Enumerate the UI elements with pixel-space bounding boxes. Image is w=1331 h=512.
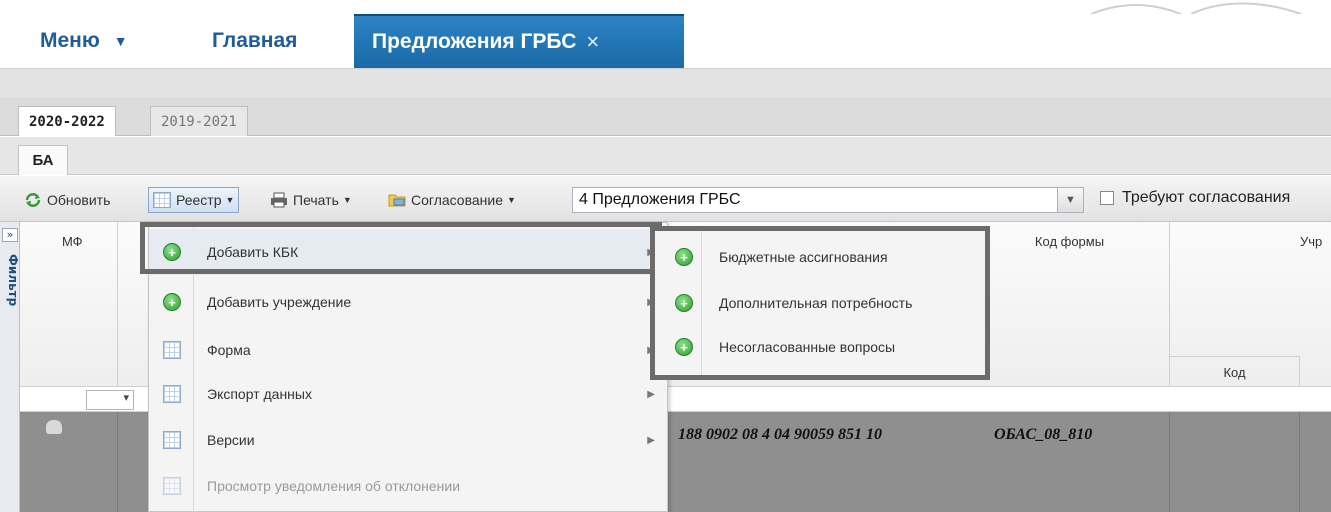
column-header-mf-label: МФ [62,234,83,249]
lock-icon [46,420,62,434]
top-navigation: Меню ▼ Главная Предложения ГРБС × [0,0,1331,68]
agreement-label: Согласование [411,192,503,208]
menu-item-versions[interactable]: Версии ▶ [149,417,667,463]
submenu-arrow-icon: ▶ [647,388,655,400]
submenu-item-label: Дополнительная потребность [719,295,913,311]
proposal-select[interactable]: 4 Предложения ГРБС ▼ [572,187,1084,213]
submenu-item-additional-need[interactable]: + Дополнительная потребность [655,281,985,325]
add-kbk-submenu: + Бюджетные ассигнования + Дополнительна… [650,226,990,380]
chevron-down-icon: ▼ [113,33,128,49]
expand-icon[interactable]: » [2,228,18,242]
requires-agreement-checkbox[interactable]: Требуют согласования [1100,189,1290,207]
menu-item-label: Добавить учреждение [207,294,352,310]
cell-form-code: ОБАС_08_810 [994,426,1093,443]
dropdown-arrow-icon: ▼ [342,195,352,205]
agreement-menu-button[interactable]: Согласование ▼ [388,187,516,213]
folder-icon [388,194,406,207]
add-green-icon: + [163,293,181,311]
dropdown-arrow-icon: ▼ [225,195,235,205]
submenu-item-unresolved-issues[interactable]: + Несогласованные вопросы [655,325,985,369]
header-band [0,68,1331,98]
add-green-icon: + [675,338,693,356]
highlight-frame-add-kbk [140,222,662,274]
column-header-mf[interactable]: МФ [20,222,118,386]
column-header-code[interactable]: Код [1170,356,1300,386]
menu-item-export-data[interactable]: Экспорт данных ▶ [149,371,667,417]
tab-ba[interactable]: БА [18,145,68,175]
filter-panel-collapsed[interactable]: » Фильтр [0,222,20,512]
refresh-icon [25,193,41,207]
registry-label: Реестр [176,192,222,208]
cell-code [1170,412,1300,512]
cell-mf [20,412,118,512]
menu-item-label: Просмотр уведомления об отклонении [207,478,461,494]
menu-item-label: Экспорт данных [207,386,312,402]
checkbox-label: Требуют согласования [1122,189,1291,206]
menu-item-label: Форма [207,342,251,358]
tab-home[interactable]: Главная [212,14,297,68]
proposal-select-value: 4 Предложения ГРБС [579,191,741,208]
tab-year-2019-2021[interactable]: 2019-2021 [150,106,248,136]
add-green-icon: + [675,248,693,266]
filter-label: Фильтр [6,254,20,307]
menu-item-form[interactable]: Форма ▶ [149,327,667,373]
submenu-item-label: Несогласованные вопросы [719,339,896,355]
column-header-form-code[interactable]: Код формы [970,222,1170,386]
dropdown-arrow-icon: ▼ [507,195,516,205]
menu-label: Меню [40,29,100,52]
add-green-icon: + [675,294,693,312]
menu-item-add-institution[interactable]: + Добавить учреждение ▶ [149,279,667,325]
grid-icon [163,431,181,449]
chevron-down-icon[interactable]: ▼ [1057,188,1083,212]
mf-filter-dropdown[interactable]: ▾ [86,390,134,410]
grid-icon [163,385,181,403]
checkbox-box[interactable] [1100,191,1114,205]
menu-item-label: Версии [207,432,255,448]
print-menu-button[interactable]: Печать ▼ [270,187,352,213]
print-label: Печать [293,192,339,208]
header-decoration [1090,2,1302,14]
menu-item-view-rejection-notice: Просмотр уведомления об отклонении [149,463,667,509]
column-header-institution-label: Учр [1300,234,1323,249]
column-header-institution[interactable]: Учр [1170,222,1331,356]
submenu-arrow-icon: ▶ [647,434,655,446]
year-tabbar: 2020-2022 2019-2021 [0,98,1331,136]
active-tab-label: Предложения ГРБС [372,30,577,53]
printer-icon [271,192,287,208]
table-icon [153,192,171,208]
registry-menu-button[interactable]: Реестр ▼ [148,187,240,213]
home-label: Главная [212,29,298,52]
submenu-item-budget-allocations[interactable]: + Бюджетные ассигнования [655,235,985,279]
tab-year-2020-2022[interactable]: 2020-2022 [18,106,116,136]
tab-grbs-proposals[interactable]: Предложения ГРБС × [354,14,684,68]
refresh-button[interactable]: Обновить [24,187,110,213]
menu-dropdown[interactable]: Меню ▼ [40,14,128,68]
close-icon[interactable]: × [586,29,599,55]
grid-icon [163,477,181,495]
grid-icon [163,341,181,359]
cell-kbk: 188 0902 08 4 04 90059 851 10 [678,426,882,443]
toolbar: Обновить Реестр ▼ Печать ▼ Согласование … [0,176,1331,222]
section-tabbar: БА [0,137,1331,175]
refresh-label: Обновить [47,192,111,208]
submenu-item-label: Бюджетные ассигнования [719,249,888,265]
